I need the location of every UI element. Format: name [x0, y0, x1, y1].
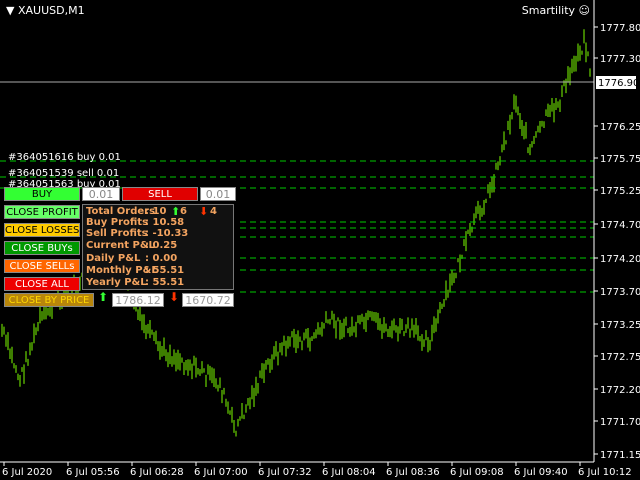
ticket-label-1: #364051616 buy 0.01 [8, 152, 121, 163]
x-tick-label: 6 Jul 05:56 [66, 467, 120, 478]
y-tick-label: 1772.75 [600, 352, 640, 363]
x-tick-label: 6 Jul 09:08 [450, 467, 504, 478]
y-tick-label: 1776.25 [600, 122, 640, 133]
down-arrow-icon: ⬇ [199, 205, 209, 218]
smiley-icon: ☺ [578, 4, 590, 17]
current-pl-value: : 0.25 [145, 240, 178, 251]
down-count: 4 [210, 206, 217, 217]
sell-button[interactable]: SELL [122, 187, 198, 201]
sell-profits-value: : -10.33 [145, 228, 189, 239]
daily-pl-label: Daily P&L [86, 253, 141, 264]
y-tick-label: 1771.70 [600, 417, 640, 428]
buy-lot-input[interactable]: 0.01 [82, 187, 120, 201]
monthly-pl-value: : 55.51 [145, 265, 185, 276]
y-tick-label: 1777.30 [600, 54, 640, 65]
y-tick-label: 1773.70 [600, 287, 640, 298]
y-tick-label: 1772.20 [600, 385, 640, 396]
y-tick-label: 1774.70 [600, 220, 640, 231]
sell-lot-input[interactable]: 0.01 [200, 187, 236, 201]
x-tick-label: 6 Jul 08:04 [322, 467, 376, 478]
close-buys-button[interactable]: CLOSE BUYs [4, 241, 80, 255]
buy-button[interactable]: BUY [4, 187, 80, 201]
yearly-pl-value: : 55.51 [145, 277, 185, 288]
buy-profits-label: Buy Profits [86, 217, 149, 228]
brand-label: Smartility ☺ [521, 4, 590, 17]
close-up-price-input[interactable]: 1786.12 [112, 293, 164, 307]
arrow-up-icon: ⬆ [98, 290, 109, 304]
close-all-button[interactable]: CLOSE ALL [4, 277, 80, 291]
close-sells-button[interactable]: CLOSE SELLs [4, 259, 80, 273]
account-info-box: Total Orders : 10 ⬆ 6 ⬇ 4 Buy Profits : … [82, 204, 234, 290]
y-tick-label: 1777.80 [600, 23, 640, 34]
sell-profits-label: Sell Profits [86, 228, 148, 239]
y-tick-label: 1775.75 [600, 154, 640, 165]
x-tick-label: 6 Jul 2020 [2, 467, 52, 478]
x-tick-label: 6 Jul 07:00 [194, 467, 248, 478]
close-down-price-input[interactable]: 1670.72 [182, 293, 234, 307]
x-tick-label: 6 Jul 09:40 [514, 467, 568, 478]
y-tick-label: 1771.15 [600, 450, 640, 461]
daily-pl-value: : 0.00 [145, 253, 178, 264]
y-tick-label: 1773.25 [600, 320, 640, 331]
symbol-label: XAUUSD,M1 [17, 4, 85, 17]
up-count: 6 [180, 206, 187, 217]
x-tick-label: 6 Jul 10:12 [578, 467, 632, 478]
close-by-price-button[interactable]: CLOSE BY PRICE [4, 293, 94, 307]
y-tick-label: 1774.20 [600, 254, 640, 265]
ticket-label-2: #364051539 sell 0.01 [8, 168, 120, 179]
yearly-pl-label: Yearly P&L [86, 277, 147, 288]
arrow-down-icon: ⬇ [169, 290, 180, 304]
total-orders-value: : 10 [145, 206, 167, 217]
x-tick-label: 6 Jul 07:32 [258, 467, 312, 478]
dropdown-triangle-icon[interactable]: ▼ [6, 4, 18, 17]
close-profit-button[interactable]: CLOSE PROFIT [4, 205, 80, 219]
y-tick-label: 1775.25 [600, 186, 640, 197]
x-tick-label: 6 Jul 06:28 [130, 467, 184, 478]
symbol-title: ▼ XAUUSD,M1 [6, 4, 85, 17]
x-tick-label: 6 Jul 08:36 [386, 467, 440, 478]
current-price-label: 1776.90 [598, 78, 639, 89]
x-axis-ticks: 6 Jul 2020 6 Jul 05:56 6 Jul 06:28 6 Jul 07… [2, 462, 632, 478]
close-losses-button[interactable]: CLOSE LOSSES [4, 223, 80, 237]
buy-profits-value: : 10.58 [145, 217, 185, 228]
